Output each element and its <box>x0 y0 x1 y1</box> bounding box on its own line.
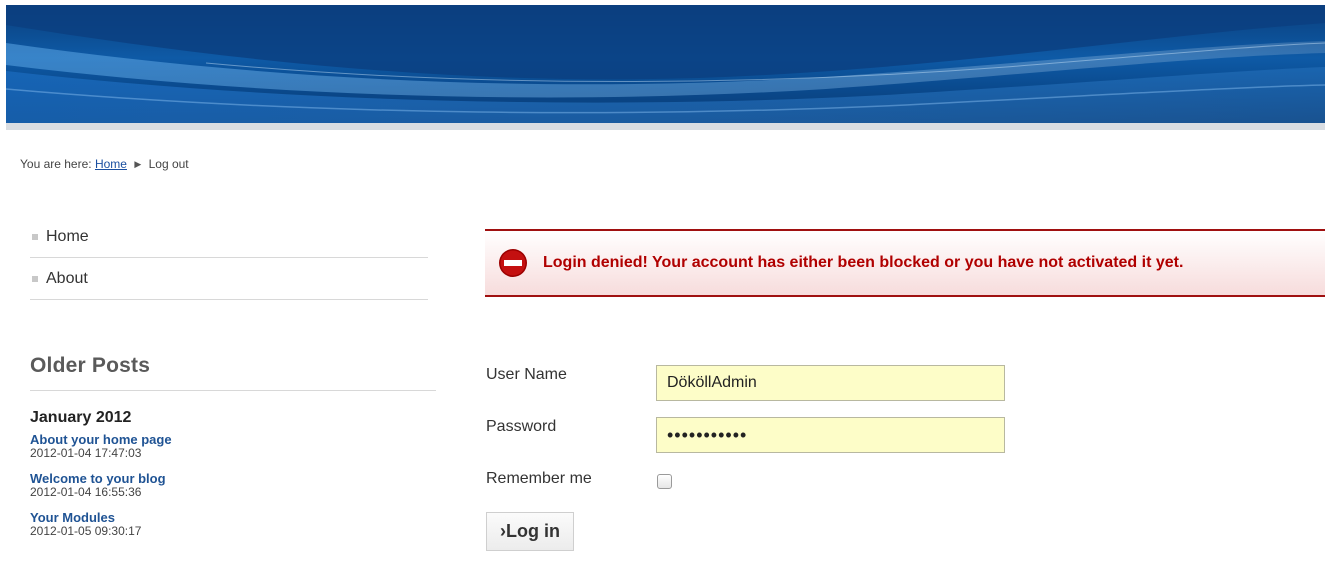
login-button[interactable]: ›Log in <box>486 512 574 551</box>
error-alert: Login denied! Your account has either be… <box>485 229 1325 297</box>
username-input[interactable] <box>656 365 1005 401</box>
menu-item-home[interactable]: Home <box>30 216 428 258</box>
post-date: 2012-01-04 16:55:36 <box>30 485 142 499</box>
menu-item-label: Home <box>46 227 89 245</box>
bullet-icon <box>32 275 38 282</box>
breadcrumb-prefix: You are here: <box>20 157 92 171</box>
older-posts-title: Older Posts <box>30 354 436 391</box>
breadcrumb-separator-icon: ▶ <box>134 159 142 169</box>
breadcrumb: You are here: Home ▶ Log out <box>20 157 189 171</box>
post-link[interactable]: Your Modules <box>30 511 436 525</box>
post-link[interactable]: About your home page <box>30 433 436 447</box>
bullet-icon <box>32 233 38 240</box>
main-menu: Home About <box>30 216 428 300</box>
archive-month: January 2012 <box>30 409 132 426</box>
breadcrumb-home-link[interactable]: Home <box>95 157 127 171</box>
list-item: Welcome to your blog 2012-01-04 16:55:36 <box>30 472 436 499</box>
banner-underline <box>6 123 1325 130</box>
remember-label: Remember me <box>486 470 592 487</box>
password-label: Password <box>486 418 557 435</box>
username-label: User Name <box>486 366 567 383</box>
menu-item-about[interactable]: About <box>30 258 428 300</box>
header-banner <box>6 5 1325 123</box>
menu-item-label: About <box>46 269 88 287</box>
remember-checkbox[interactable] <box>657 474 672 489</box>
list-item: About your home page 2012-01-04 17:47:03 <box>30 433 436 460</box>
list-item: Your Modules 2012-01-05 09:30:17 <box>30 511 436 538</box>
post-link[interactable]: Welcome to your blog <box>30 472 436 486</box>
stop-icon <box>499 249 527 277</box>
post-date: 2012-01-05 09:30:17 <box>30 524 142 538</box>
error-message: Login denied! Your account has either be… <box>543 254 1184 271</box>
banner-waves <box>6 5 1325 123</box>
older-posts-section: Older Posts January 2012 About your home… <box>30 354 436 550</box>
breadcrumb-current: Log out <box>148 157 189 171</box>
password-input[interactable] <box>656 417 1005 453</box>
post-date: 2012-01-04 17:47:03 <box>30 446 142 460</box>
